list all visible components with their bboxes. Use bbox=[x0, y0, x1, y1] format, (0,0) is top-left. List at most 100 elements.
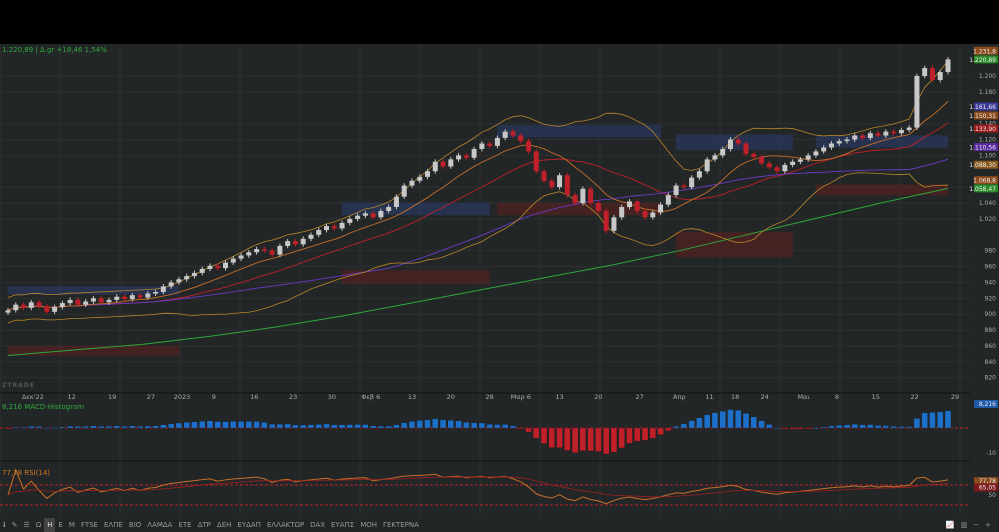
toolbar-item-11[interactable]: ΕΥΔΑΠ bbox=[234, 518, 264, 532]
y-tick-label: 880 bbox=[985, 327, 997, 334]
macd-bar bbox=[719, 410, 726, 429]
macd-bar bbox=[735, 410, 742, 429]
toolbar-item-15[interactable]: ΜΟΗ bbox=[357, 518, 380, 532]
candle bbox=[572, 195, 578, 204]
zoom-out-icon[interactable]: − bbox=[973, 521, 979, 529]
candle bbox=[735, 139, 741, 144]
toolbar-item-6[interactable]: ΒΙΟ bbox=[126, 518, 144, 532]
macd-bar bbox=[649, 427, 656, 439]
candle bbox=[75, 299, 81, 305]
macd-bar bbox=[564, 427, 571, 451]
candle bbox=[199, 268, 205, 273]
price-tag-label: 1.058,47 bbox=[969, 186, 996, 193]
info-icon[interactable]: ℹ bbox=[0, 518, 9, 532]
candle bbox=[160, 286, 166, 292]
candle bbox=[153, 291, 159, 294]
bollinger-upper bbox=[7, 60, 949, 298]
macd-bar bbox=[696, 417, 703, 429]
candle bbox=[432, 161, 438, 172]
toolbar-item-8[interactable]: ΕΤΕ bbox=[175, 518, 194, 532]
candle bbox=[98, 298, 104, 303]
candle bbox=[59, 303, 65, 308]
toolbar-item-7[interactable]: ΛΑΜΔΑ bbox=[144, 518, 175, 532]
y-tick-label: 1.100 bbox=[979, 152, 996, 159]
price-tag-label: 1.068,8 bbox=[973, 178, 996, 185]
macd-bar bbox=[711, 412, 719, 429]
macd-bar bbox=[199, 421, 206, 429]
x-tick-label: 27 bbox=[147, 393, 155, 401]
candle bbox=[456, 155, 462, 160]
macd-bar bbox=[540, 427, 548, 444]
candle bbox=[867, 133, 873, 138]
macd-bar bbox=[478, 422, 486, 429]
candle bbox=[90, 298, 96, 302]
chart-type-icon[interactable]: ▥ bbox=[961, 521, 968, 529]
macd-bar bbox=[385, 425, 392, 429]
toolbar-item-14[interactable]: ΕΥΑΠΣ bbox=[328, 518, 357, 532]
toolbar-item-2[interactable]: E bbox=[55, 518, 65, 532]
candle bbox=[122, 296, 128, 300]
candle bbox=[922, 68, 928, 76]
candle bbox=[518, 135, 524, 142]
macd-bar bbox=[354, 424, 361, 429]
macd-bar bbox=[680, 423, 688, 429]
toolbar-item-10[interactable]: ΔΕΗ bbox=[214, 518, 234, 532]
macd-bar bbox=[587, 427, 594, 452]
candle bbox=[393, 196, 399, 208]
candle bbox=[689, 177, 695, 188]
y-tick-label: 820 bbox=[985, 375, 997, 382]
macd-bar bbox=[750, 416, 757, 429]
rsi-label: 77,78 RSI(14) bbox=[2, 469, 51, 477]
macd-bar bbox=[152, 425, 159, 429]
x-tick-label: 16 bbox=[250, 393, 258, 401]
macd-bar bbox=[867, 424, 874, 429]
macd-bar bbox=[105, 426, 113, 429]
y-tick-label: 1.040 bbox=[979, 200, 996, 207]
x-tick-label: Φεβ 6 bbox=[361, 393, 380, 401]
macd-bar bbox=[90, 425, 97, 429]
macd-bar bbox=[268, 423, 276, 429]
candle bbox=[254, 249, 260, 253]
candle bbox=[28, 302, 34, 308]
toolbar-item-12[interactable]: ΕΛΛΑΚΤΩΡ bbox=[264, 518, 307, 532]
y-tick-label: 1.120 bbox=[979, 137, 996, 144]
list-icon[interactable]: ☰ bbox=[21, 518, 33, 532]
indicator-icon[interactable]: 📈 bbox=[946, 521, 955, 529]
macd-bar bbox=[820, 426, 827, 429]
toolbar-item-1[interactable]: H bbox=[44, 518, 56, 532]
candle bbox=[370, 213, 376, 218]
macd-bar bbox=[494, 424, 501, 429]
macd-bar bbox=[509, 425, 517, 429]
toolbar-item-16[interactable]: ΓΕΚΤΕΡΝΑ bbox=[380, 518, 422, 532]
toolbar-item-4[interactable]: FTSE bbox=[78, 518, 101, 532]
toolbar-item-0[interactable]: Ω bbox=[33, 518, 44, 532]
x-tick-label: 20 bbox=[594, 393, 602, 401]
toolbar-item-9[interactable]: ΔΤΡ bbox=[195, 518, 214, 532]
toolbar-item-13[interactable]: DAX bbox=[307, 518, 328, 532]
candle bbox=[269, 250, 275, 255]
candle bbox=[766, 163, 772, 168]
macd-bar bbox=[890, 426, 897, 429]
macd-bar bbox=[439, 419, 447, 429]
candle bbox=[409, 180, 415, 186]
toolbar-item-3[interactable]: M bbox=[66, 518, 78, 532]
macd-bar bbox=[626, 427, 633, 444]
candle bbox=[929, 68, 935, 80]
macd-bar bbox=[59, 426, 66, 429]
candle bbox=[106, 299, 112, 303]
y-tick-label: 960 bbox=[985, 264, 997, 271]
x-tick-label: 8 bbox=[835, 393, 839, 401]
candle bbox=[129, 295, 135, 300]
pencil-icon[interactable]: ✎ bbox=[9, 518, 21, 532]
stock-chart[interactable]: 1.2001.1801.1401.1201.1001.0601.0401.020… bbox=[0, 0, 999, 532]
toolbar-item-5[interactable]: ΕΛΠΕ bbox=[101, 518, 126, 532]
macd-bar bbox=[944, 410, 952, 429]
macd-bar bbox=[362, 424, 369, 429]
zoom-in-icon[interactable]: + bbox=[985, 521, 991, 529]
candle bbox=[114, 296, 120, 300]
candle bbox=[720, 149, 726, 156]
macd-bar bbox=[292, 424, 299, 429]
candle bbox=[673, 185, 679, 196]
candle bbox=[595, 203, 601, 211]
macd-bar bbox=[66, 425, 74, 429]
